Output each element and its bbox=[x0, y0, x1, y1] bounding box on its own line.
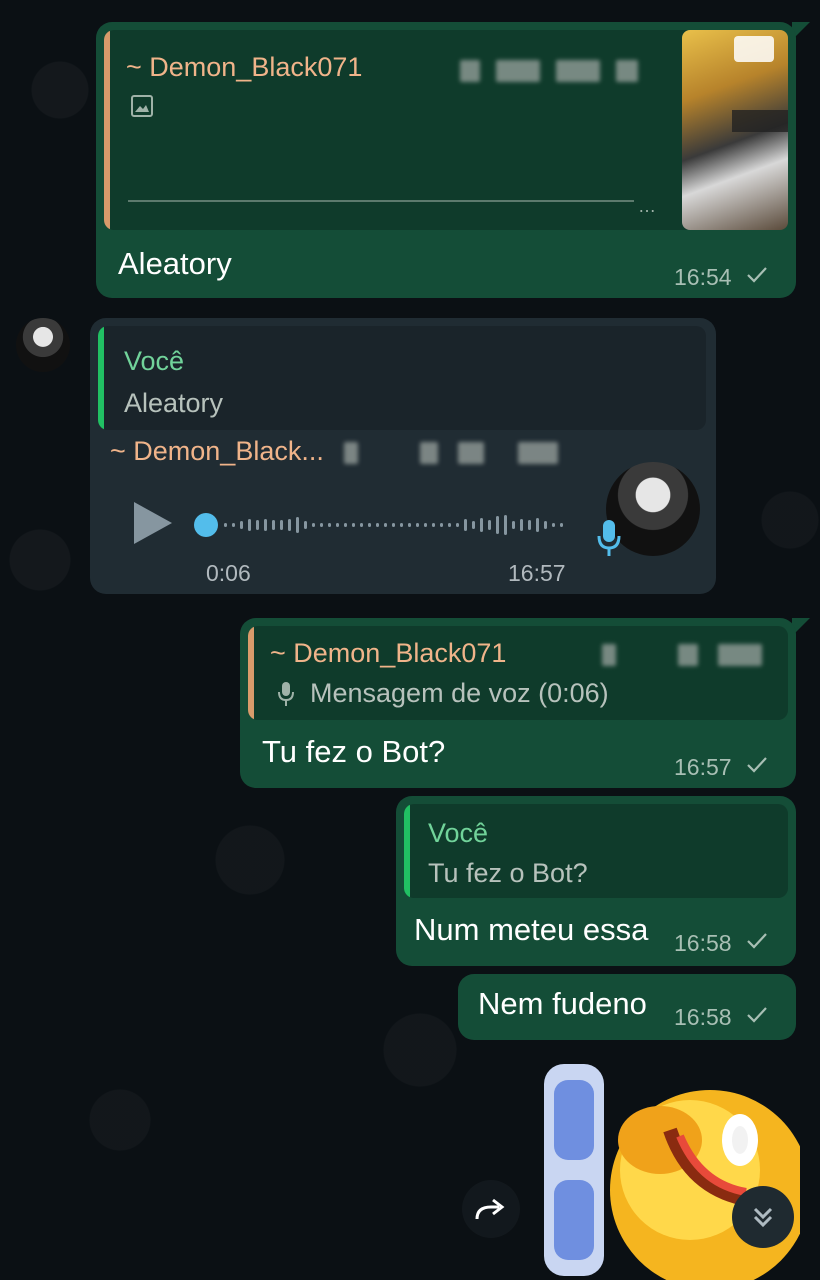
message-bubble-5[interactable]: Nem fudeno 16:58 bbox=[458, 974, 796, 1040]
quoted-author: Você bbox=[428, 818, 489, 848]
message-text: Tu fez o Bot? bbox=[262, 734, 446, 769]
message-time: 16:54 bbox=[674, 264, 732, 290]
message-bubble-1[interactable]: ~ Demon_Black071 … Aleatory 16:54 bbox=[96, 22, 796, 298]
quoted-author: ~ Demon_Black071 bbox=[126, 52, 363, 82]
message-time: 16:57 bbox=[508, 560, 566, 586]
message-text: Nem fudeno bbox=[478, 986, 647, 1021]
single-check-icon bbox=[747, 933, 767, 949]
double-chevron-down-icon bbox=[753, 1207, 773, 1228]
redacted-phone bbox=[518, 442, 558, 464]
mic-icon bbox=[597, 520, 621, 556]
redacted-phone bbox=[616, 60, 638, 82]
message-bubble-2[interactable]: Você Aleatory ~ Demon_Black... 0:06 16:5… bbox=[90, 318, 716, 594]
sender-avatar[interactable] bbox=[16, 318, 70, 372]
quoted-message[interactable]: ~ Demon_Black071 Mensagem de voz (0:06) bbox=[248, 626, 788, 720]
quoted-author: ~ Demon_Black071 bbox=[270, 638, 507, 668]
redacted-phone bbox=[496, 60, 540, 82]
redacted-phone bbox=[420, 442, 438, 464]
message-time: 16:57 bbox=[674, 754, 732, 780]
message-text: Num meteu essa bbox=[414, 912, 649, 947]
quoted-message[interactable]: Você Aleatory bbox=[98, 326, 706, 430]
redacted-phone bbox=[556, 60, 600, 82]
single-check-icon bbox=[747, 757, 767, 773]
redacted-phone bbox=[718, 644, 762, 666]
mic-icon bbox=[278, 682, 294, 706]
quoted-image-thumbnail[interactable] bbox=[682, 30, 788, 230]
quote-bar bbox=[404, 804, 410, 898]
sender-name[interactable]: ~ Demon_Black... bbox=[110, 436, 324, 467]
message-bubble-3[interactable]: ~ Demon_Black071 Mensagem de voz (0:06) … bbox=[240, 618, 796, 788]
play-icon[interactable] bbox=[130, 500, 174, 546]
quoted-author: Você bbox=[124, 346, 185, 376]
message-time: 16:58 bbox=[674, 1004, 732, 1030]
voice-progress-knob[interactable] bbox=[194, 513, 218, 537]
redacted-phone bbox=[678, 644, 698, 666]
scroll-to-bottom-button[interactable] bbox=[732, 1186, 794, 1248]
quote-bar bbox=[248, 626, 254, 720]
forward-icon bbox=[475, 1198, 505, 1220]
redacted-phone bbox=[602, 644, 616, 666]
quoted-text: Mensagem de voz (0:06) bbox=[310, 678, 609, 708]
message-time: 16:58 bbox=[674, 930, 732, 956]
redacted-phone bbox=[458, 442, 484, 464]
voice-waveform[interactable] bbox=[224, 508, 568, 542]
quote-ellipsis: … bbox=[638, 196, 656, 216]
single-check-icon bbox=[747, 267, 767, 283]
quoted-text: Aleatory bbox=[124, 388, 224, 418]
quote-divider bbox=[128, 200, 634, 202]
quote-bar bbox=[98, 326, 104, 430]
quoted-message[interactable]: Você Tu fez o Bot? bbox=[404, 804, 788, 898]
single-check-icon bbox=[747, 1007, 767, 1023]
message-bubble-4[interactable]: Você Tu fez o Bot? Num meteu essa 16:58 bbox=[396, 796, 796, 966]
redacted-phone bbox=[460, 60, 480, 82]
quoted-text: Tu fez o Bot? bbox=[428, 858, 588, 888]
redacted-phone bbox=[344, 442, 358, 464]
voice-duration: 0:06 bbox=[206, 560, 251, 586]
message-text: Aleatory bbox=[118, 246, 232, 281]
forward-button[interactable] bbox=[462, 1180, 520, 1238]
quote-bar bbox=[104, 30, 110, 230]
image-icon bbox=[131, 95, 153, 117]
